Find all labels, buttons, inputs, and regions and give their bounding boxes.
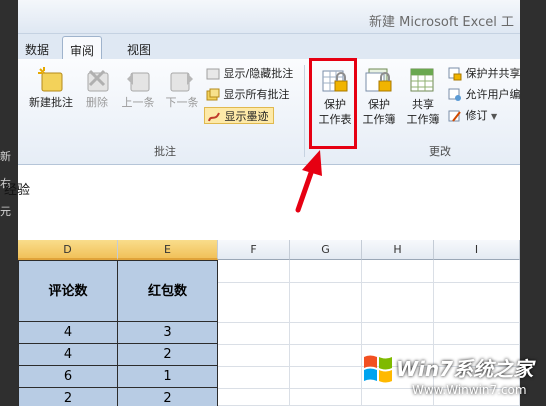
show-all-comments-button[interactable]: 显示所有批注	[206, 86, 290, 103]
ribbon: 新建批注 删除 上一条 下一条 显示/隐藏批注 显示所有批注 显示墨迹 批注 保…	[18, 59, 521, 165]
show-ink-label: 显示墨迹	[224, 110, 269, 123]
table-cell[interactable]: 3	[118, 322, 218, 344]
allow-users-edit-button[interactable]: 允许用户编	[448, 86, 521, 103]
share-workbook-button[interactable]: 共享 工作簿	[402, 65, 444, 127]
document-line: 经验	[4, 183, 31, 198]
document-area: 经验	[4, 165, 520, 240]
ribbon-tabs: 数据 审阅 视图	[18, 34, 520, 60]
table-header-comments[interactable]: 评论数	[18, 260, 118, 322]
left-partial-text-1: 新	[0, 150, 11, 163]
watermark-url: Www.Winwin7.com	[412, 383, 527, 397]
watermark: Win7系统之家 Www.Winwin7.com	[352, 345, 546, 406]
table-cell[interactable]: 2	[118, 344, 218, 366]
new-comment-icon	[38, 67, 63, 92]
show-hide-comment-label: 显示/隐藏批注	[223, 67, 294, 80]
table-header-red-packets[interactable]: 红包数	[118, 260, 218, 322]
changes-group-title: 更改	[429, 145, 451, 158]
previous-comment-icon	[127, 72, 150, 92]
column-header-i[interactable]: I	[434, 240, 520, 260]
share-workbook-label-2: 工作簿	[406, 113, 440, 126]
column-header-g[interactable]: G	[290, 240, 362, 260]
previous-comment-label: 上一条	[121, 96, 155, 109]
column-header-e[interactable]: E	[118, 240, 218, 260]
next-comment-icon	[170, 72, 193, 92]
show-hide-comment-button[interactable]: 显示/隐藏批注	[206, 65, 293, 82]
show-all-comments-icon	[206, 88, 220, 101]
share-workbook-label-1: 共享	[412, 98, 434, 111]
protect-workbook-icon	[365, 68, 392, 92]
allow-users-edit-label: 允许用户编	[465, 88, 521, 101]
grid-row-line	[218, 282, 520, 283]
protect-workbook-label-2: 工作簿	[362, 113, 396, 126]
show-ink-icon	[208, 112, 220, 122]
show-all-comments-label: 显示所有批注	[223, 88, 290, 101]
title-bar: 新建 Microsoft Excel 工	[18, 0, 520, 34]
table-cell[interactable]: 1	[118, 366, 218, 388]
allow-users-edit-icon	[448, 88, 461, 101]
red-arrow-icon	[295, 150, 322, 213]
protect-and-share-button[interactable]: 保护并共享	[448, 65, 521, 82]
tab-review[interactable]: 审阅	[62, 36, 103, 60]
next-comment-button[interactable]: 下一条	[162, 65, 202, 110]
track-changes-icon	[448, 110, 461, 122]
new-comment-label: 新建批注	[29, 96, 73, 109]
watermark-title: Win7系统之家	[396, 357, 534, 381]
column-header-h[interactable]: H	[362, 240, 434, 260]
table-cell[interactable]: 2	[18, 388, 118, 406]
window-title: 新建 Microsoft Excel 工	[369, 15, 514, 30]
table-cell[interactable]: 6	[18, 366, 118, 388]
table-cell[interactable]: 2	[118, 388, 218, 406]
track-changes-button[interactable]: 修订 ▼	[448, 107, 497, 124]
highlight-box	[309, 58, 357, 149]
table-cell[interactable]: 4	[18, 344, 118, 366]
show-ink-button[interactable]: 显示墨迹	[204, 107, 274, 124]
comments-group-title: 批注	[154, 145, 176, 158]
delete-comment-label: 删除	[86, 96, 108, 109]
share-workbook-icon	[410, 68, 434, 92]
next-comment-label: 下一条	[165, 96, 199, 109]
new-comment-button[interactable]: 新建批注	[24, 65, 78, 110]
group-separator	[304, 65, 305, 157]
protect-and-share-label: 保护并共享	[465, 67, 521, 80]
tab-view[interactable]: 视图	[120, 36, 158, 60]
protect-and-share-icon	[448, 67, 462, 81]
delete-comment-button[interactable]: 删除	[80, 65, 114, 110]
protect-workbook-button[interactable]: 保护 工作簿	[358, 65, 400, 127]
chevron-down-icon: ▼	[491, 112, 498, 121]
column-header-f[interactable]: F	[218, 240, 290, 260]
track-changes-label: 修订	[465, 109, 488, 122]
windows-logo-icon	[364, 355, 392, 383]
tab-data[interactable]: 数据	[18, 36, 56, 60]
left-partial-text-3: 元	[0, 205, 11, 218]
table-cell[interactable]: 4	[18, 322, 118, 344]
protect-workbook-label-1: 保护	[368, 98, 390, 111]
previous-comment-button[interactable]: 上一条	[118, 65, 158, 110]
delete-comment-icon	[87, 69, 109, 92]
grid-row-line	[218, 322, 520, 323]
excel-window: 新建 Microsoft Excel 工 数据 审阅 视图 新建批注 删除 上一…	[0, 0, 546, 406]
show-hide-comment-icon	[206, 68, 220, 80]
column-header-d[interactable]: D	[18, 240, 118, 260]
